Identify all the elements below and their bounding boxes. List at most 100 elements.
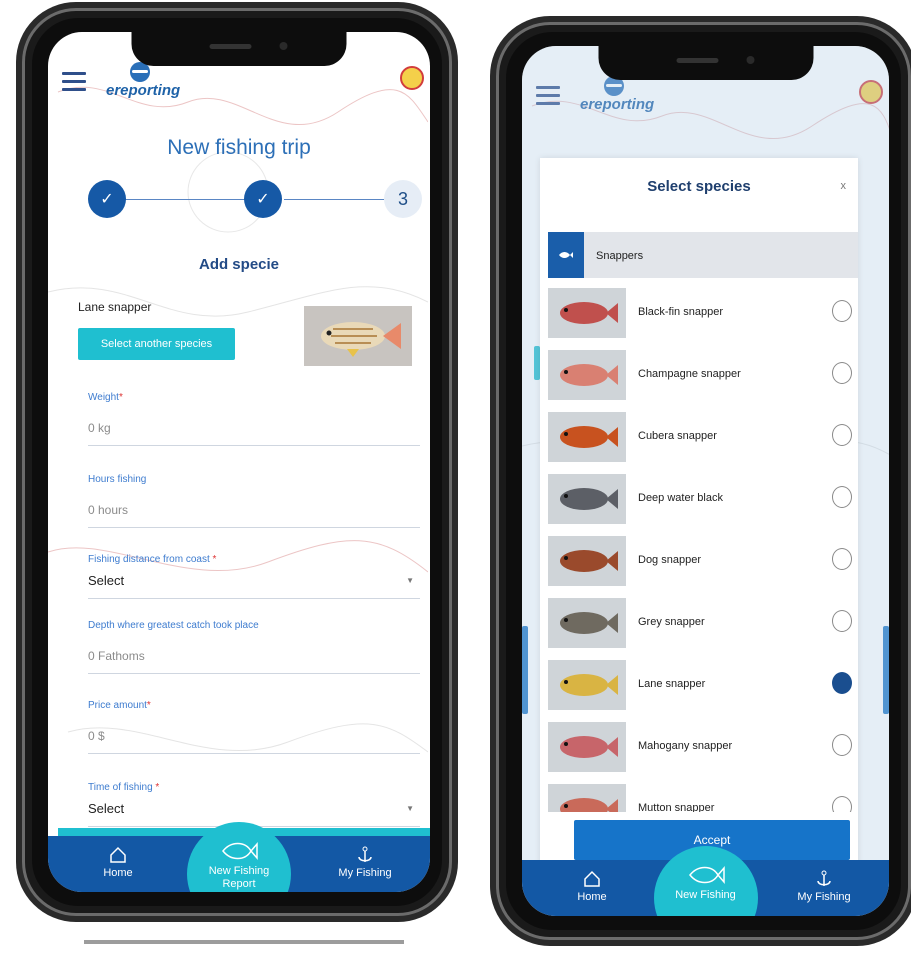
species-image	[548, 722, 626, 772]
nav-home-label: Home	[103, 867, 133, 879]
species-image	[548, 350, 626, 400]
distance-select-value[interactable]: Select	[88, 573, 420, 588]
fish-icon	[688, 865, 725, 885]
species-image	[548, 598, 626, 648]
field-label: Depth where greatest catch took place	[88, 620, 259, 631]
species-image	[548, 412, 626, 462]
nav-home-label: Home	[577, 891, 607, 903]
step-1-check-icon: ✓	[88, 180, 126, 218]
app-logo: ereporting	[106, 62, 180, 99]
section-heading: Add specie	[198, 256, 280, 273]
species-name: Mahogany snapper	[638, 740, 733, 752]
species-radio[interactable]	[832, 362, 852, 384]
species-group-label: Snappers	[596, 250, 644, 262]
new-fishing-report-label: New Fishing Report	[208, 865, 270, 890]
price-amount-field[interactable]: Price amount* 0 $	[88, 700, 420, 754]
phone-shadow	[84, 940, 404, 944]
field-label: Fishing distance from coast *	[88, 554, 217, 565]
weight-field[interactable]: Weight* 0 kg	[88, 392, 420, 446]
step-connector	[284, 199, 384, 200]
time-of-fishing-select[interactable]: Time of fishing * Select ▼	[88, 782, 420, 827]
list-item[interactable]: Grey snapper	[548, 596, 858, 652]
nav-my-fishing-label: My Fishing	[338, 867, 392, 879]
list-item[interactable]: Black-fin snapper	[548, 286, 858, 342]
step-3-indicator: 3	[384, 180, 422, 218]
species-name: Deep water black	[638, 492, 723, 504]
screen-new-trip: ereporting New fishing trip ✓ ✓ 3 Add sp…	[48, 32, 430, 892]
app-header: ereporting	[48, 60, 430, 120]
chevron-down-icon: ▼	[406, 804, 414, 813]
list-item[interactable]: Lane snapper	[548, 658, 858, 714]
list-item[interactable]: Deep water black	[548, 472, 858, 528]
species-name: Champagne snapper	[638, 368, 741, 380]
fish-icon	[548, 232, 584, 278]
nav-home[interactable]: Home	[98, 846, 138, 879]
price-amount-input[interactable]: 0 $	[88, 729, 420, 743]
selected-species-name: Lane snapper	[78, 300, 152, 314]
list-item[interactable]: Dog snapper	[548, 534, 858, 590]
new-fishing-report-button[interactable]: New Fishing Report	[187, 822, 291, 892]
species-name: Black-fin snapper	[638, 306, 723, 318]
species-radio[interactable]	[832, 548, 852, 570]
close-icon[interactable]: x	[841, 180, 847, 192]
field-label: Hours fishing	[88, 474, 147, 485]
time-select-value[interactable]: Select	[88, 801, 420, 816]
species-name: Lane snapper	[638, 678, 706, 690]
phone-left: ereporting New fishing trip ✓ ✓ 3 Add sp…	[22, 8, 452, 916]
page-title: New fishing trip	[167, 136, 311, 159]
distance-from-coast-select[interactable]: Fishing distance from coast * Select ▼	[88, 554, 420, 599]
phone-right: ereporting Select species x Snappers Bla…	[496, 22, 911, 940]
new-fishing-report-label: New Fishing	[675, 889, 736, 901]
phone-notch	[131, 32, 347, 66]
list-item[interactable]: Champagne snapper	[548, 348, 858, 404]
species-radio[interactable]	[832, 424, 852, 446]
new-fishing-report-button[interactable]: New Fishing	[653, 846, 758, 916]
selected-species-image	[304, 306, 412, 366]
hours-fishing-field[interactable]: Hours fishing 0 hours	[88, 474, 420, 528]
menu-icon[interactable]	[62, 72, 86, 92]
species-radio[interactable]	[832, 734, 852, 756]
list-item[interactable]: Mahogany snapper	[548, 720, 858, 776]
phone-notch	[598, 46, 813, 80]
species-radio[interactable]	[832, 486, 852, 508]
nav-my-fishing[interactable]: My Fishing	[330, 846, 400, 879]
species-image	[548, 536, 626, 586]
nav-home[interactable]: Home	[572, 870, 612, 903]
anchor-icon	[817, 870, 831, 886]
map-background	[48, 86, 428, 753]
species-radio[interactable]	[832, 610, 852, 632]
home-icon	[584, 870, 600, 887]
species-radio[interactable]	[832, 796, 852, 812]
select-species-modal: Select species x Snappers Black-fin snap…	[540, 158, 858, 886]
species-image	[548, 474, 626, 524]
species-name: Grey snapper	[638, 616, 705, 628]
nav-my-fishing[interactable]: My Fishing	[789, 870, 859, 903]
depth-field[interactable]: Depth where greatest catch took place 0 …	[88, 620, 420, 674]
species-name: Dog snapper	[638, 554, 701, 566]
depth-input[interactable]: 0 Fathoms	[88, 649, 420, 663]
fish-image	[321, 322, 401, 357]
hours-fishing-input[interactable]: 0 hours	[88, 503, 420, 517]
species-list[interactable]: Black-fin snapper Champagne snapper Cubera…	[548, 286, 858, 812]
step-connector	[110, 199, 250, 200]
species-radio[interactable]	[832, 300, 852, 322]
field-label: Time of fishing *	[88, 782, 160, 793]
species-image	[548, 288, 626, 338]
list-item[interactable]: Cubera snapper	[548, 410, 858, 466]
species-name: Cubera snapper	[638, 430, 717, 442]
modal-title: Select species	[647, 178, 751, 195]
species-radio[interactable]	[832, 672, 852, 694]
select-another-species-button[interactable]: Select another species	[78, 328, 235, 360]
nav-my-fishing-label: My Fishing	[797, 891, 851, 903]
anchor-icon	[358, 846, 372, 862]
chevron-down-icon: ▼	[406, 576, 414, 585]
species-group-header[interactable]: Snappers	[548, 232, 858, 278]
field-label: Price amount*	[88, 700, 151, 711]
home-icon	[110, 846, 126, 863]
fish-icon	[222, 841, 258, 861]
list-item[interactable]: Mutton snapper	[548, 782, 858, 812]
weight-input[interactable]: 0 kg	[88, 421, 420, 435]
field-label: Weight*	[88, 392, 123, 403]
logo-text: ereporting	[106, 82, 181, 99]
crest-icon	[400, 66, 424, 90]
